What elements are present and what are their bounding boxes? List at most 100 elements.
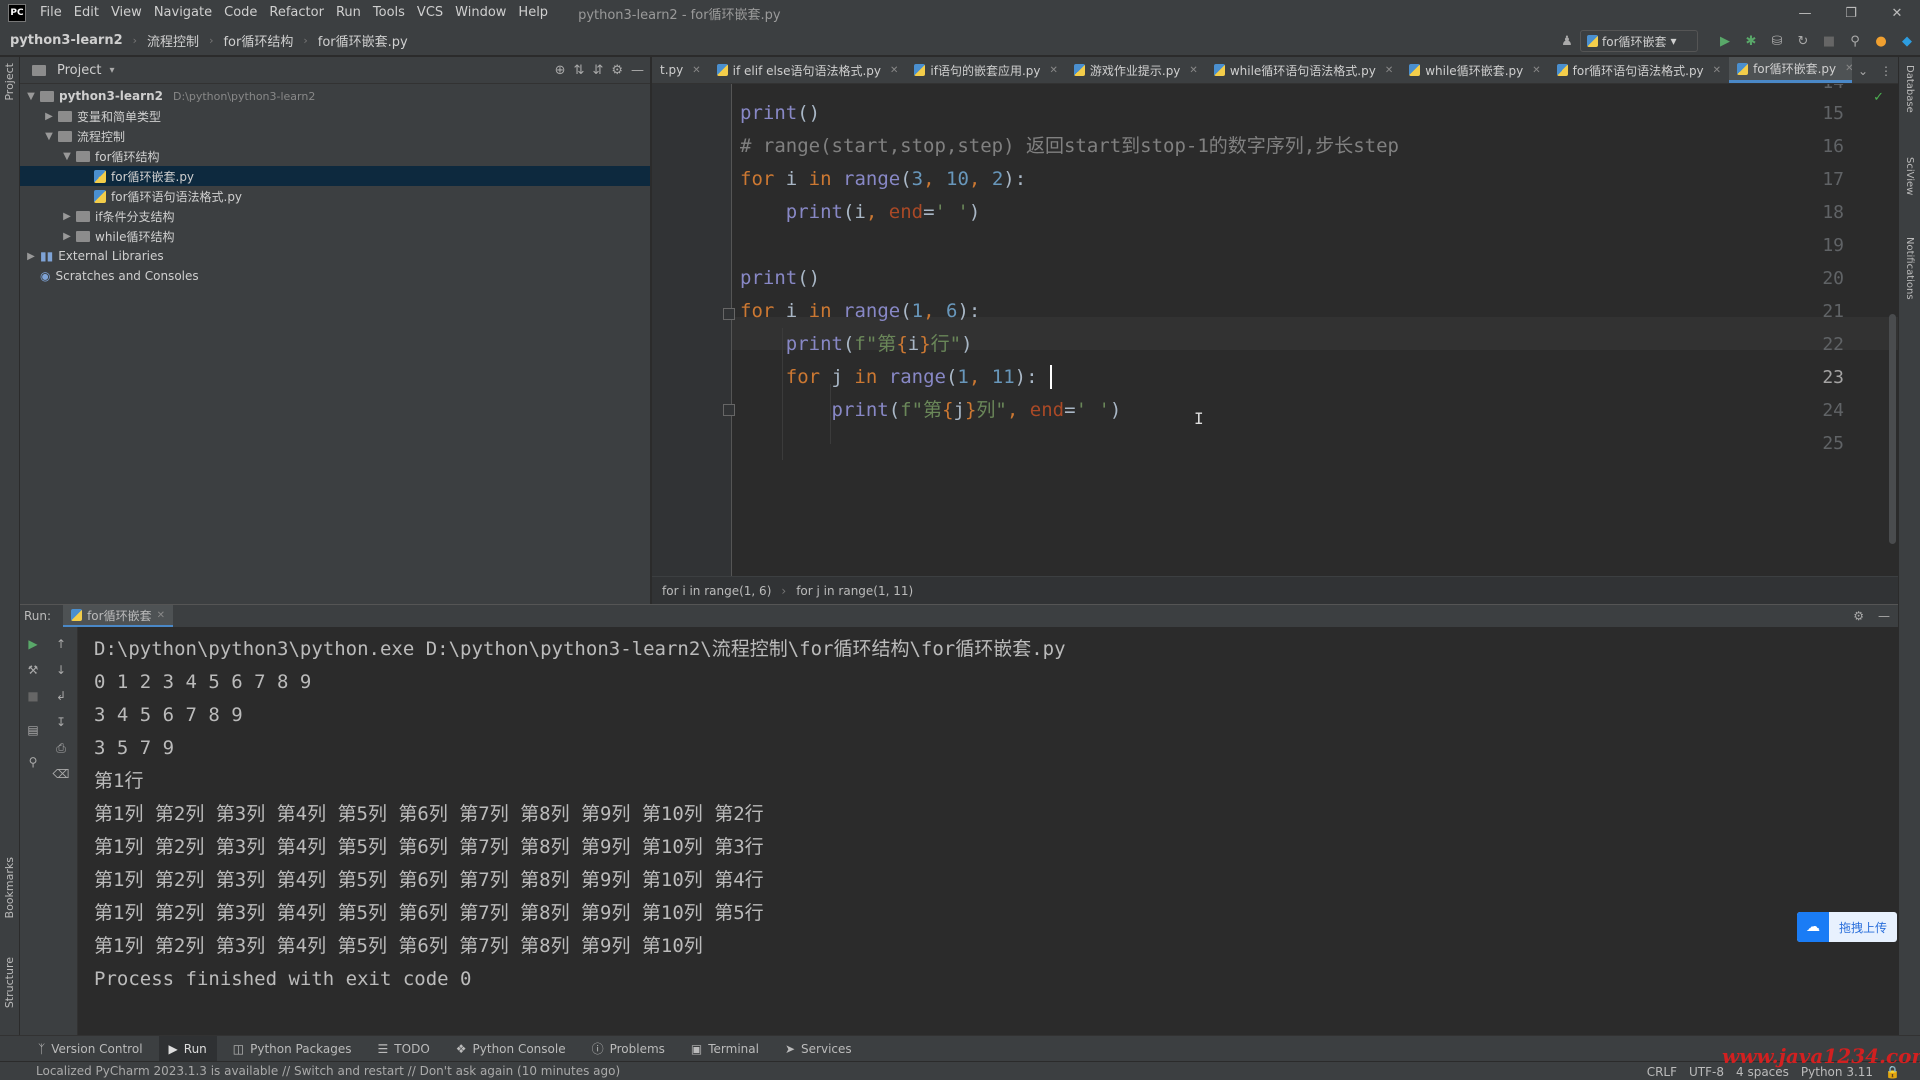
tab-for-syntax[interactable]: for循环语句语法格式.py ✕ — [1549, 57, 1729, 83]
menu-code[interactable]: Code — [218, 0, 263, 26]
restore-icon[interactable]: ❐ — [1828, 0, 1874, 26]
minimize-icon[interactable]: — — [1782, 0, 1828, 26]
tab-for-nested[interactable]: for循环嵌套.py ✕ — [1729, 57, 1862, 83]
chevron-down-icon[interactable]: ▼ — [24, 91, 38, 102]
close-icon[interactable]: ✕ — [1189, 65, 1197, 76]
tree-item-folder[interactable]: ▼ for循环结构 — [20, 146, 650, 166]
tool-python-console[interactable]: ❖ Python Console — [446, 1036, 576, 1062]
tree-item-folder[interactable]: ▶ while循环结构 — [20, 226, 650, 246]
tab-while-syntax[interactable]: while循环语句语法格式.py ✕ — [1206, 57, 1401, 83]
chevron-down-icon[interactable]: ▼ — [60, 151, 74, 162]
menu-vcs[interactable]: VCS — [411, 0, 449, 26]
close-icon[interactable]: ✕ — [692, 65, 700, 76]
bookmarks-tool-button[interactable]: Bookmarks — [3, 857, 16, 918]
tool-problems[interactable]: ⓘ Problems — [582, 1036, 675, 1062]
chevron-right-icon[interactable]: ▶ — [60, 211, 74, 222]
chevron-right-icon[interactable]: ▶ — [60, 231, 74, 242]
menu-run[interactable]: Run — [330, 0, 367, 26]
database-tool-button[interactable]: Database — [1904, 65, 1915, 113]
breadcrumb-project[interactable]: python3-learn2 — [0, 33, 123, 48]
breadcrumb-subfolder[interactable]: for循环结构 — [213, 31, 293, 50]
status-message[interactable]: Localized PyCharm 2023.1.3 is available … — [36, 1064, 620, 1078]
close-icon[interactable]: ✕ — [1874, 0, 1920, 26]
tree-item-external-libraries[interactable]: ▶ ▮▮ External Libraries — [20, 246, 650, 266]
hide-icon[interactable]: — — [631, 63, 644, 78]
fold-marker-icon[interactable] — [723, 308, 735, 320]
soft-wrap-icon[interactable]: ↲ — [52, 687, 70, 705]
close-icon[interactable]: ✕ — [1713, 65, 1721, 76]
tree-item-project-root[interactable]: ▼ python3-learn2 D:\python\python3-learn… — [20, 86, 650, 106]
console-output[interactable]: D:\python\python3\python.exe D:\python\p… — [78, 627, 1898, 1036]
project-panel-title[interactable]: Project — [57, 63, 101, 78]
close-icon[interactable]: ✕ — [157, 610, 165, 621]
more-vertical-icon[interactable]: ⋮ — [1880, 64, 1892, 78]
locate-icon[interactable]: ⊕ — [555, 63, 566, 78]
code-area[interactable]: 14 15 16 17 18 19 20 21 22 23 24 25 prin… — [652, 84, 1898, 576]
code-breadcrumb-outer[interactable]: for i in range(1, 6) — [662, 584, 771, 598]
inspection-ok-icon[interactable]: ✓ — [1873, 90, 1884, 105]
collapse-all-icon[interactable]: ⇵ — [592, 63, 603, 78]
coverage-icon[interactable]: ⛁ — [1764, 26, 1790, 56]
tree-item-scratches[interactable]: ◉ Scratches and Consoles — [20, 266, 650, 286]
pin-icon[interactable]: ⚲ — [24, 753, 42, 771]
line-separator-widget[interactable]: CRLF — [1647, 1065, 1677, 1079]
chevron-down-icon[interactable]: ⌄ — [1858, 64, 1868, 78]
tool-version-control[interactable]: ᛉ Version Control — [28, 1036, 153, 1062]
gear-icon[interactable]: ⚙ — [611, 63, 623, 78]
tool-python-packages[interactable]: ◫ Python Packages — [223, 1036, 362, 1062]
update-icon[interactable]: ● — [1868, 26, 1894, 56]
trash-icon[interactable]: ⌫ — [52, 765, 70, 783]
hide-icon[interactable]: — — [1878, 609, 1890, 623]
tree-item-file-selected[interactable]: for循环嵌套.py — [20, 166, 650, 186]
tool-run[interactable]: ▶ Run — [158, 1035, 217, 1062]
tree-item-folder[interactable]: ▶ 变量和简单类型 — [20, 106, 650, 126]
gear-icon[interactable]: ⚙ — [1853, 609, 1864, 623]
code-breadcrumb-inner[interactable]: for j in range(1, 11) — [796, 584, 913, 598]
debug-icon[interactable]: ✱ — [1738, 26, 1764, 56]
layout-icon[interactable]: ▤ — [24, 721, 42, 739]
tab-if-elif-else[interactable]: if elif else语句语法格式.py ✕ — [709, 57, 907, 83]
tool-services[interactable]: ➤ Services — [775, 1036, 862, 1062]
scroll-up-icon[interactable]: ↑ — [52, 635, 70, 653]
run-configuration-select[interactable]: for循环嵌套 ▾ — [1580, 30, 1698, 52]
account-icon[interactable]: ♟ — [1554, 26, 1580, 56]
tab-if-nested[interactable]: if语句的嵌套应用.py ✕ — [906, 57, 1065, 83]
chevron-down-icon[interactable]: ▼ — [42, 131, 56, 142]
expand-all-icon[interactable]: ⇅ — [574, 63, 585, 78]
project-tool-button[interactable]: Project — [3, 63, 16, 101]
menu-window[interactable]: Window — [449, 0, 512, 26]
structure-tool-button[interactable]: Structure — [3, 957, 16, 1008]
tool-todo[interactable]: ☰ TODO — [368, 1036, 440, 1062]
tree-item-file[interactable]: for循环语句语法格式.py — [20, 186, 650, 206]
run-icon[interactable]: ▶ — [1712, 26, 1738, 56]
tab-game-hint[interactable]: 游戏作业提示.py ✕ — [1066, 57, 1206, 83]
stop-icon[interactable]: ■ — [1816, 26, 1842, 56]
sciview-tool-button[interactable]: SciView — [1904, 157, 1915, 195]
tab-while-nested[interactable]: while循环嵌套.py ✕ — [1401, 57, 1548, 83]
run-tab[interactable]: for循环嵌套 ✕ — [63, 605, 173, 627]
chevron-down-icon[interactable]: ▾ — [109, 65, 114, 76]
encoding-widget[interactable]: UTF-8 — [1689, 1065, 1724, 1079]
menu-file[interactable]: File — [34, 0, 68, 26]
menu-help[interactable]: Help — [512, 0, 554, 26]
stop-icon[interactable]: ■ — [24, 687, 42, 705]
scroll-to-end-icon[interactable]: ↧ — [52, 713, 70, 731]
jetbrains-icon[interactable]: ◆ — [1894, 26, 1920, 56]
close-icon[interactable]: ✕ — [1532, 65, 1540, 76]
notifications-tool-button[interactable]: Notifications — [1904, 237, 1915, 300]
close-icon[interactable]: ✕ — [1049, 65, 1057, 76]
upload-widget[interactable]: ☁ 拖拽上传 — [1797, 912, 1897, 942]
menu-navigate[interactable]: Navigate — [148, 0, 218, 26]
chevron-right-icon[interactable]: ▶ — [42, 111, 56, 122]
menu-refactor[interactable]: Refactor — [263, 0, 330, 26]
print-icon[interactable]: ⎙ — [52, 739, 70, 757]
menu-view[interactable]: View — [105, 0, 148, 26]
close-icon[interactable]: ✕ — [1385, 65, 1393, 76]
editor-scrollbar[interactable] — [1889, 314, 1896, 544]
fold-marker-icon[interactable] — [723, 404, 735, 416]
tree-item-folder[interactable]: ▶ if条件分支结构 — [20, 206, 650, 226]
close-icon[interactable]: ✕ — [890, 65, 898, 76]
rerun-icon[interactable]: ▶ — [24, 635, 42, 653]
search-icon[interactable]: ⚲ — [1842, 26, 1868, 56]
wrench-icon[interactable]: ⚒ — [24, 661, 42, 679]
